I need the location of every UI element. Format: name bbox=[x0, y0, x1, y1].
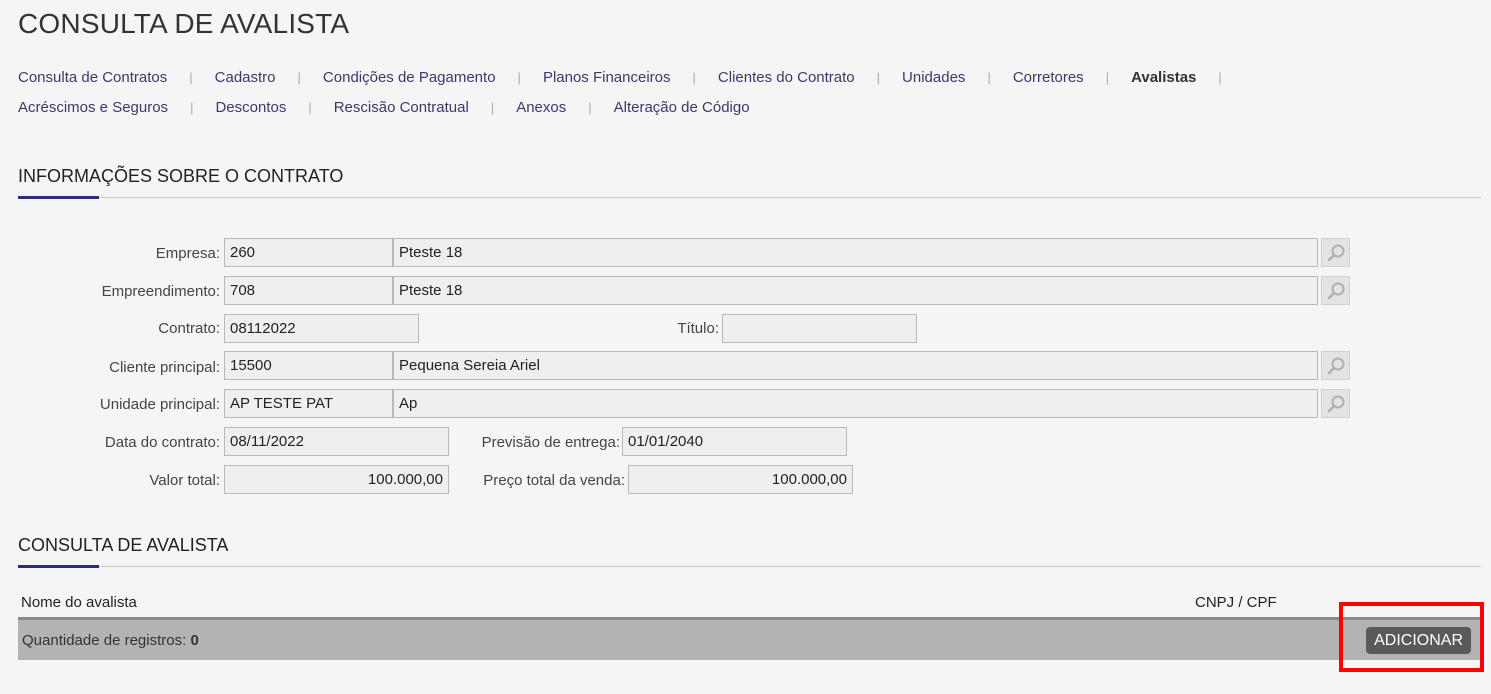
titulo-label: Título: bbox=[677, 320, 719, 337]
empreendimento-name-field[interactable]: Pteste 18 bbox=[393, 276, 1318, 305]
nav-row-1: Consulta de Contratos | Cadastro | Condi… bbox=[18, 62, 1458, 92]
record-count-label: Quantidade de registros: bbox=[22, 632, 187, 649]
cliente-code-field[interactable]: 15500 bbox=[224, 351, 393, 380]
nav-separator: | bbox=[297, 69, 301, 85]
section-divider bbox=[18, 197, 1481, 198]
table-footer: Quantidade de registros: 0 ADICIONAR bbox=[18, 617, 1481, 660]
nav-alteracao-codigo[interactable]: Alteração de Código bbox=[614, 99, 750, 116]
empresa-label: Empresa: bbox=[155, 245, 220, 262]
column-header-nome[interactable]: Nome do avalista bbox=[21, 594, 137, 611]
unidade-code-field[interactable]: AP TESTE PAT bbox=[224, 389, 393, 418]
nav-separator: | bbox=[490, 99, 495, 115]
empreendimento-label: Empreendimento: bbox=[101, 283, 220, 300]
nav-separator: | bbox=[189, 69, 193, 85]
nav-separator: | bbox=[1105, 69, 1110, 85]
preco-total-venda-label: Preço total da venda: bbox=[483, 472, 625, 489]
nav-cadastro[interactable]: Cadastro bbox=[215, 69, 276, 86]
previsao-entrega-field[interactable]: 01/01/2040 bbox=[622, 427, 847, 456]
nav-acrescimos-seguros[interactable]: Acréscimos e Seguros bbox=[18, 99, 168, 116]
empreendimento-search-button[interactable] bbox=[1321, 276, 1350, 305]
nav-descontos[interactable]: Descontos bbox=[215, 99, 286, 116]
nav-planos-financeiros[interactable]: Planos Financeiros bbox=[543, 69, 671, 86]
nav-consulta-contratos[interactable]: Consulta de Contratos bbox=[18, 69, 167, 86]
titulo-field[interactable] bbox=[722, 314, 917, 343]
empresa-code-field[interactable]: 260 bbox=[224, 238, 393, 267]
contrato-label: Contrato: bbox=[158, 320, 220, 337]
nav-separator: | bbox=[987, 69, 991, 85]
column-header-cnpj-cpf[interactable]: CNPJ / CPF bbox=[1195, 594, 1277, 611]
section-divider bbox=[18, 566, 1481, 567]
nav-separator: | bbox=[588, 99, 592, 115]
valor-total-field[interactable]: 100.000,00 bbox=[224, 465, 449, 494]
nav-unidades[interactable]: Unidades bbox=[902, 69, 965, 86]
nav-separator: | bbox=[517, 69, 521, 85]
contrato-field[interactable]: 08112022 bbox=[224, 314, 419, 343]
page-title: CONSULTA DE AVALISTA bbox=[18, 8, 350, 39]
nav-separator: | bbox=[190, 99, 194, 115]
record-count: Quantidade de registros: 0 bbox=[22, 632, 199, 649]
section-accent-bar bbox=[18, 196, 99, 199]
empresa-search-button[interactable] bbox=[1321, 238, 1350, 267]
nav-avalistas[interactable]: Avalistas bbox=[1131, 69, 1196, 86]
preco-total-venda-field[interactable]: 100.000,00 bbox=[628, 465, 853, 494]
contract-nav: Consulta de Contratos | Cadastro | Condi… bbox=[18, 62, 1458, 122]
cliente-principal-label: Cliente principal: bbox=[109, 359, 220, 376]
data-contrato-label: Data do contrato: bbox=[104, 434, 220, 451]
magnifier-icon bbox=[1327, 357, 1344, 374]
nav-anexos[interactable]: Anexos bbox=[516, 99, 566, 116]
nav-clientes-contrato[interactable]: Clientes do Contrato bbox=[718, 69, 855, 86]
magnifier-icon bbox=[1327, 244, 1344, 261]
nav-corretores[interactable]: Corretores bbox=[1013, 69, 1084, 86]
nav-separator: | bbox=[1218, 69, 1222, 85]
nav-row-2: Acréscimos e Seguros | Descontos | Resci… bbox=[18, 92, 1458, 122]
avalista-section-title: CONSULTA DE AVALISTA bbox=[18, 535, 229, 555]
previsao-entrega-label: Previsão de entrega: bbox=[481, 434, 620, 451]
section-accent-bar bbox=[18, 565, 99, 568]
nav-separator: | bbox=[308, 99, 312, 115]
empreendimento-code-field[interactable]: 708 bbox=[224, 276, 393, 305]
valor-total-label: Valor total: bbox=[149, 472, 220, 489]
cliente-search-button[interactable] bbox=[1321, 351, 1350, 380]
nav-separator: | bbox=[692, 69, 696, 85]
record-count-value: 0 bbox=[190, 632, 199, 649]
unidade-name-field[interactable]: Ap bbox=[393, 389, 1318, 418]
magnifier-icon bbox=[1327, 395, 1344, 412]
nav-rescisao-contratual[interactable]: Rescisão Contratual bbox=[334, 99, 469, 116]
nav-separator: | bbox=[876, 69, 881, 85]
highlight-annotation-box bbox=[1339, 602, 1484, 672]
cliente-name-field[interactable]: Pequena Sereia Ariel bbox=[393, 351, 1318, 380]
magnifier-icon bbox=[1327, 282, 1344, 299]
unidade-search-button[interactable] bbox=[1321, 389, 1350, 418]
unidade-principal-label: Unidade principal: bbox=[99, 396, 220, 413]
nav-condicoes-pagamento[interactable]: Condições de Pagamento bbox=[323, 69, 496, 86]
data-contrato-field[interactable]: 08/11/2022 bbox=[224, 427, 449, 456]
empresa-name-field[interactable]: Pteste 18 bbox=[393, 238, 1318, 267]
contract-info-title: INFORMAÇÕES SOBRE O CONTRATO bbox=[18, 166, 344, 186]
